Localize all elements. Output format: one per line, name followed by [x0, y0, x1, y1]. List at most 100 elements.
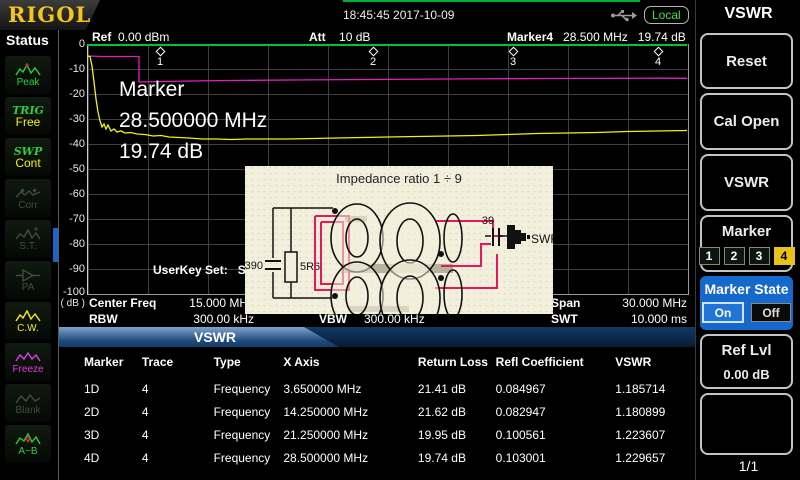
status-item-label: PA	[22, 283, 35, 293]
marker-4-box[interactable]: 4	[774, 247, 795, 265]
status-item-corr: Corr	[5, 179, 51, 217]
blank-softkey[interactable]	[700, 393, 793, 455]
table-header-row: Marker Trace Type X Axis Return Loss Ref…	[59, 355, 695, 372]
menu-title: VSWR	[696, 5, 800, 23]
vswr-button[interactable]: VSWR	[700, 154, 793, 211]
col-header-return-loss: Return Loss	[418, 355, 496, 372]
ab-waveform-icon	[15, 432, 41, 447]
marker-overlay: Marker 28.500000 MHz 19.74 dB	[119, 74, 267, 167]
y-tick: -70	[59, 213, 85, 225]
cell-marker: 3D	[59, 428, 142, 445]
cell-marker: 1D	[59, 382, 142, 399]
status-item-label: S.T.	[19, 242, 36, 252]
pa-amplifier-icon	[15, 268, 41, 283]
inset-circuit-diagram: Impedance ratio 1 ÷ 9 390 5R6	[245, 166, 553, 314]
res-left-label: 5R6	[300, 261, 320, 273]
blank-waveform-icon	[15, 391, 41, 406]
cell-trace: 4	[142, 428, 214, 445]
cell-vswr: 1.223607	[615, 428, 695, 445]
cell-xaxis: 3.650000 MHz	[283, 382, 418, 399]
span-value: 30.000 MHz	[599, 296, 687, 310]
cell-refl-coeff: 0.103001	[496, 451, 616, 468]
status-item-pa: PA	[5, 261, 51, 299]
freeze-waveform-icon	[15, 350, 41, 365]
userkey-message: UserKey Set: S	[153, 263, 246, 277]
cell-vswr: 1.229657	[615, 451, 695, 468]
y-axis-unit: ( dB )	[59, 298, 85, 309]
col-header-trace: Trace	[142, 355, 214, 372]
marker-overlay-freq: 28.500000 MHz	[119, 105, 267, 136]
marker-3-box[interactable]: 3	[749, 247, 770, 265]
cell-type: Frequency	[214, 428, 284, 445]
col-header-refl-coeff: Refl Coefficient	[496, 355, 616, 372]
att-value: 10 dB	[339, 30, 370, 44]
col-header-type: Type	[214, 355, 284, 372]
status-item-label: A−B	[18, 447, 37, 457]
marker-overlay-title: Marker	[119, 74, 267, 105]
marker-1-box[interactable]: 1	[699, 247, 720, 265]
status-item-label: Corr	[18, 201, 37, 211]
marker-state-off[interactable]: Off	[751, 303, 791, 322]
status-item-label: Free	[16, 117, 41, 127]
ref-lvl-button[interactable]: Ref Lvl 0.00 dB	[700, 334, 793, 389]
ref-lvl-label: Ref Lvl	[721, 342, 771, 359]
swt-label: SWT	[551, 312, 578, 326]
cell-return-loss: 19.74 dB	[418, 451, 496, 468]
center-freq-readout: Center Freq	[89, 296, 156, 310]
marker1-number: 1	[157, 56, 163, 68]
marker3-number: 3	[510, 56, 516, 68]
main-display: Ref 0.00 dBm Att 10 dB Marker4 28.500 MH…	[59, 30, 695, 480]
marker-state-on[interactable]: On	[702, 302, 744, 323]
corr-waveform-icon	[15, 186, 41, 201]
instrument-screen: RIGOL 18:45:45 2017-10-09 Local Status P…	[0, 0, 800, 480]
col-header-xaxis: X Axis	[283, 355, 418, 372]
span-readout: Span	[551, 296, 580, 310]
cell-type: Frequency	[214, 405, 284, 422]
marker-number-row: 1 2 3 4	[699, 247, 795, 265]
swt-value: 10.000 ms	[599, 312, 687, 326]
cell-vswr: 1.185714	[615, 382, 695, 399]
top-green-line	[343, 0, 640, 2]
marker-state-button[interactable]: Marker State On Off	[700, 276, 793, 330]
cell-return-loss: 21.41 dB	[418, 382, 496, 399]
marker-select-label: Marker	[722, 223, 771, 240]
y-tick: -10	[59, 63, 85, 75]
table-row: 3D 4 Frequency 21.250000 MHz 19.95 dB 0.…	[59, 428, 695, 445]
marker-overlay-level: 19.74 dB	[119, 136, 267, 167]
status-item-label: Freeze	[12, 365, 43, 375]
cap-right-label: 39	[482, 215, 494, 227]
vbw-readout: VBW	[319, 312, 347, 326]
cell-trace: 4	[142, 405, 214, 422]
status-item-trig: TRIG Free	[5, 97, 51, 135]
cell-xaxis: 28.500000 MHz	[283, 451, 418, 468]
rbw-readout: RBW	[89, 312, 118, 326]
status-item-label: Peak	[17, 78, 40, 88]
marker2-number: 2	[370, 56, 376, 68]
y-tick: -20	[59, 88, 85, 100]
marker-2-box[interactable]: 2	[724, 247, 745, 265]
swt-readout: SWT	[551, 312, 578, 326]
marker-readout-freq: 28.500 MHz	[563, 30, 628, 44]
y-tick: 0	[59, 38, 85, 50]
y-tick: -90	[59, 263, 85, 275]
y-tick: -50	[59, 163, 85, 175]
marker-select-button[interactable]: Marker 1 2 3 4	[700, 215, 793, 272]
col-header-marker: Marker	[59, 355, 142, 372]
y-tick: -40	[59, 138, 85, 150]
center-freq-value: 15.000 MHz	[169, 296, 254, 310]
reset-button[interactable]: Reset	[700, 33, 793, 89]
marker-readout-label: Marker4	[507, 30, 553, 44]
span-label: Span	[551, 296, 580, 310]
status-item-peak: Peak	[5, 56, 51, 94]
cell-xaxis: 21.250000 MHz	[283, 428, 418, 445]
status-item-st: S.T.	[5, 220, 51, 258]
status-item-label: Cont	[15, 158, 40, 168]
softkey-sidebar: VSWR Reset Cal Open VSWR Marker 1 2 3 4 …	[695, 0, 800, 480]
cal-open-button[interactable]: Cal Open	[700, 93, 793, 150]
vbw-label: VBW	[319, 312, 347, 326]
cell-return-loss: 21.62 dB	[418, 405, 496, 422]
vbw-value: 300.00 kHz	[364, 312, 425, 326]
cell-trace: 4	[142, 451, 214, 468]
status-item-cw: C.W.	[5, 302, 51, 340]
cell-marker: 4D	[59, 451, 142, 468]
